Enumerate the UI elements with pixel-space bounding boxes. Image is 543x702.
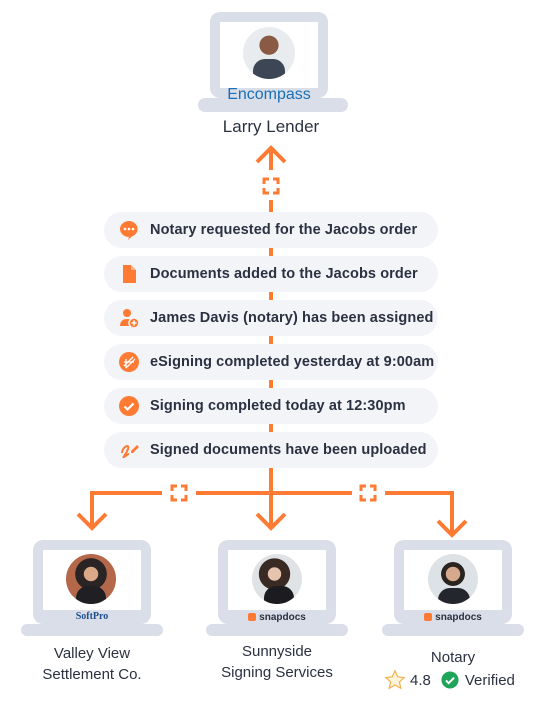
lender-avatar: [243, 27, 295, 79]
settlement-name-line2: Settlement Co.: [42, 666, 142, 683]
sync-connector-icon-left: [170, 484, 188, 502]
user-add-icon: [118, 307, 140, 329]
snapdocs-logo: snapdocs: [402, 612, 504, 623]
notary-rating-row: 4.8 Verified: [384, 669, 515, 691]
branch-lines: [90, 467, 454, 533]
snapdocs-mark-icon: [424, 613, 433, 621]
sync-connector-icon: [262, 177, 280, 195]
notary-avatar: [428, 554, 478, 604]
event-notary-requested[interactable]: Notary requested for the Jacobs order: [104, 212, 438, 248]
esign-icon: [118, 351, 140, 373]
up-arrow: [255, 145, 287, 170]
event-text: Signing completed today at 12:30pm: [150, 398, 406, 414]
settlement-name-line1: Valley View: [53, 645, 131, 662]
chat-bubble-icon: [118, 219, 140, 241]
settlement-laptop: SoftPro: [21, 540, 163, 636]
signing-services-laptop: snapdocs: [206, 540, 348, 636]
check-circle-icon: [118, 395, 140, 417]
lender-laptop: Encompass: [198, 10, 348, 112]
event-text: Documents added to the Jacobs order: [150, 266, 418, 282]
settlement-avatar: [66, 554, 116, 604]
encompass-logo: Encompass: [227, 86, 311, 103]
event-signing-completed[interactable]: Signing completed today at 12:30pm: [104, 388, 438, 424]
verified-check-icon: [441, 671, 459, 689]
event-documents-added[interactable]: Documents added to the Jacobs order: [104, 256, 438, 292]
softpro-logo: SoftPro: [75, 611, 109, 622]
signature-pen-icon: [118, 439, 140, 461]
snapdocs-logo: snapdocs: [226, 612, 328, 623]
notary-name: Notary: [430, 649, 476, 666]
verified-label: Verified: [464, 671, 515, 689]
signing-services-name-line2: Signing Services: [221, 664, 333, 681]
notary-laptop: snapdocs: [382, 540, 524, 636]
event-text: eSigning completed yesterday at 9:00am: [150, 354, 435, 370]
star-icon: [384, 669, 406, 690]
event-notary-assigned[interactable]: James Davis (notary) has been assigned: [104, 300, 438, 336]
sync-connector-icon-right: [359, 484, 377, 502]
event-esigning-completed[interactable]: eSigning completed yesterday at 9:00am: [104, 344, 438, 380]
event-documents-uploaded[interactable]: Signed documents have been uploaded: [104, 432, 438, 468]
document-icon: [118, 263, 140, 285]
signing-services-name-line1: Sunnyside: [241, 643, 313, 660]
event-text: Notary requested for the Jacobs order: [150, 222, 418, 238]
lender-name: Larry Lender: [222, 117, 320, 136]
rating-value: 4.8: [410, 671, 431, 689]
event-text: Signed documents have been uploaded: [150, 442, 427, 458]
snapdocs-mark-icon: [248, 613, 257, 621]
signing-services-avatar: [252, 554, 302, 604]
event-text: James Davis (notary) has been assigned: [150, 310, 434, 326]
